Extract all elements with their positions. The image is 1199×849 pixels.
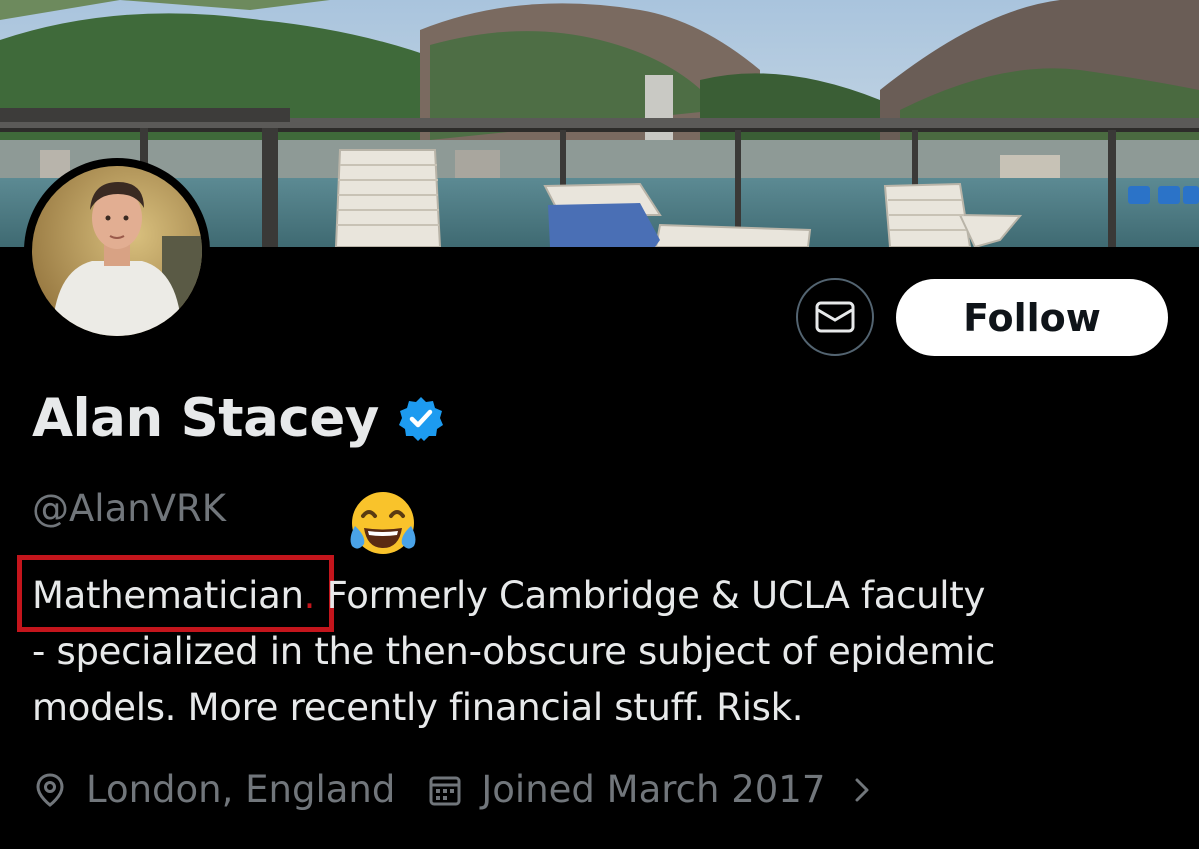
- bio-line-1: Mathematician. Formerly Cambridge & UCLA…: [32, 568, 1152, 624]
- location: London, England: [32, 768, 395, 811]
- profile-meta: London, England Joined March 2017: [32, 768, 877, 811]
- follow-button[interactable]: Follow: [896, 279, 1168, 356]
- avatar-image: [32, 166, 202, 336]
- join-date: Joined March 2017: [427, 768, 825, 811]
- chevron-right-icon[interactable]: [847, 775, 877, 805]
- location-text: London, England: [86, 768, 396, 811]
- envelope-icon: [815, 301, 855, 333]
- message-button[interactable]: [796, 278, 874, 356]
- bio-line-3: models. More recently financial stuff. R…: [32, 686, 804, 729]
- handle: @AlanVRK: [32, 487, 226, 530]
- bio-highlighted-word: Mathematician: [32, 574, 304, 617]
- tears-of-joy-emoji: [350, 492, 416, 554]
- location-pin-icon: [36, 772, 64, 807]
- verified-badge-icon: [398, 396, 443, 441]
- bio-line-2: - specialized in the then-obscure subjec…: [32, 630, 996, 673]
- bio-line-1-rest: Formerly Cambridge & UCLA faculty: [315, 574, 986, 617]
- calendar-icon: [429, 776, 461, 805]
- name-row: Alan Stacey: [32, 392, 445, 445]
- display-name: Alan Stacey: [32, 388, 379, 449]
- bio: Mathematician. Formerly Cambridge & UCLA…: [32, 568, 1152, 736]
- join-date-text: Joined March 2017: [481, 768, 826, 811]
- avatar[interactable]: [24, 158, 210, 344]
- bio-dot: .: [303, 574, 316, 617]
